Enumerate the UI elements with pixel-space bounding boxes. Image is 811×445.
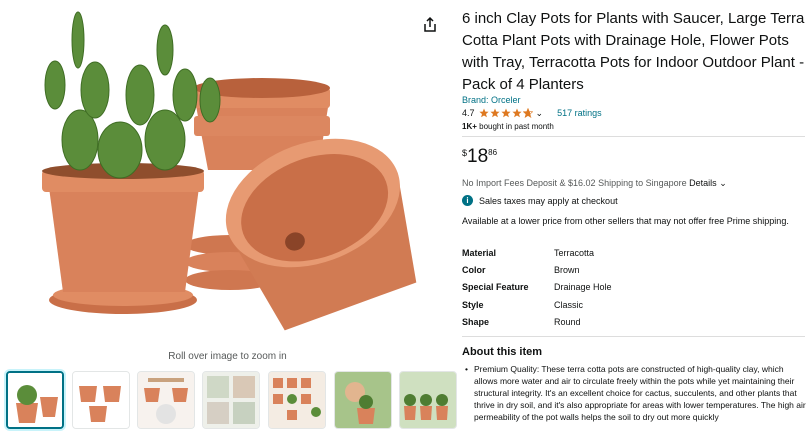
main-product-image[interactable] [0, 0, 420, 345]
tax-note-text: Sales taxes may apply at checkout [479, 195, 618, 206]
bullet-dot: • [465, 364, 468, 374]
availability-note: Available at a lower price from other se… [462, 216, 789, 226]
share-icon[interactable] [421, 16, 439, 34]
star-half-icon [522, 108, 533, 118]
spec-value: Drainage Hole [554, 282, 612, 292]
star-icon [478, 108, 489, 118]
spec-key: Style [462, 300, 484, 310]
spec-key: Shape [462, 317, 490, 327]
spec-key: Special Feature [462, 282, 529, 292]
star-icon [511, 108, 522, 118]
rating-row: 4.7 ⌄ 517 ratings [462, 107, 602, 119]
info-icon: i [462, 195, 473, 206]
about-this-item-heading: About this item [462, 346, 543, 358]
star-icon [500, 108, 511, 118]
thumbnail-1[interactable] [6, 371, 64, 429]
spec-key: Material [462, 248, 497, 258]
star-rating[interactable] [478, 108, 533, 118]
bought-label: bought in past month [476, 122, 554, 131]
tax-note: i Sales taxes may apply at checkout [462, 195, 618, 206]
star-icon [489, 108, 500, 118]
spec-value: Terracotta [554, 248, 595, 258]
import-fees-text: No Import Fees Deposit & $16.02 Shipping… [462, 178, 727, 189]
thumbnail-3[interactable] [137, 371, 195, 429]
bought-in-past-month: 1K+ bought in past month [462, 122, 554, 131]
spec-key: Color [462, 265, 486, 275]
thumbnail-7[interactable] [399, 371, 457, 429]
ratings-count-link[interactable]: 517 ratings [557, 108, 602, 118]
about-bullet-text: Premium Quality: These terra cotta pots … [474, 364, 806, 422]
brand-link[interactable]: Brand: Orceler [462, 95, 521, 105]
price-fraction: 86 [488, 148, 498, 157]
about-list: • Premium Quality: These terra cotta pots… [462, 363, 807, 423]
bought-count: 1K+ [462, 122, 477, 131]
chevron-down-icon: ⌄ [719, 178, 727, 188]
chevron-down-icon[interactable]: ⌄ [536, 108, 544, 119]
thumbnail-5[interactable] [268, 371, 326, 429]
import-fees-label: No Import Fees Deposit & $16.02 Shipping… [462, 178, 687, 188]
zoom-hint: Roll over image to zoom in [168, 351, 287, 362]
divider [462, 336, 805, 337]
product-title: 6 inch Clay Pots for Plants with Saucer,… [462, 10, 805, 93]
price: $ 18 86 [462, 145, 497, 169]
divider [462, 136, 805, 137]
thumbnail-2[interactable] [72, 371, 130, 429]
thumbnail-4[interactable] [202, 371, 260, 429]
price-whole: 18 [467, 146, 489, 167]
details-label: Details [689, 178, 717, 188]
about-bullet: • Premium Quality: These terra cotta pots… [462, 363, 807, 423]
details-link[interactable]: Details ⌄ [689, 178, 727, 188]
spec-value: Round [554, 317, 581, 327]
spec-value: Brown [554, 265, 580, 275]
thumbnail-6[interactable] [334, 371, 392, 429]
rating-value: 4.7 [462, 108, 475, 118]
spec-value: Classic [554, 300, 584, 310]
